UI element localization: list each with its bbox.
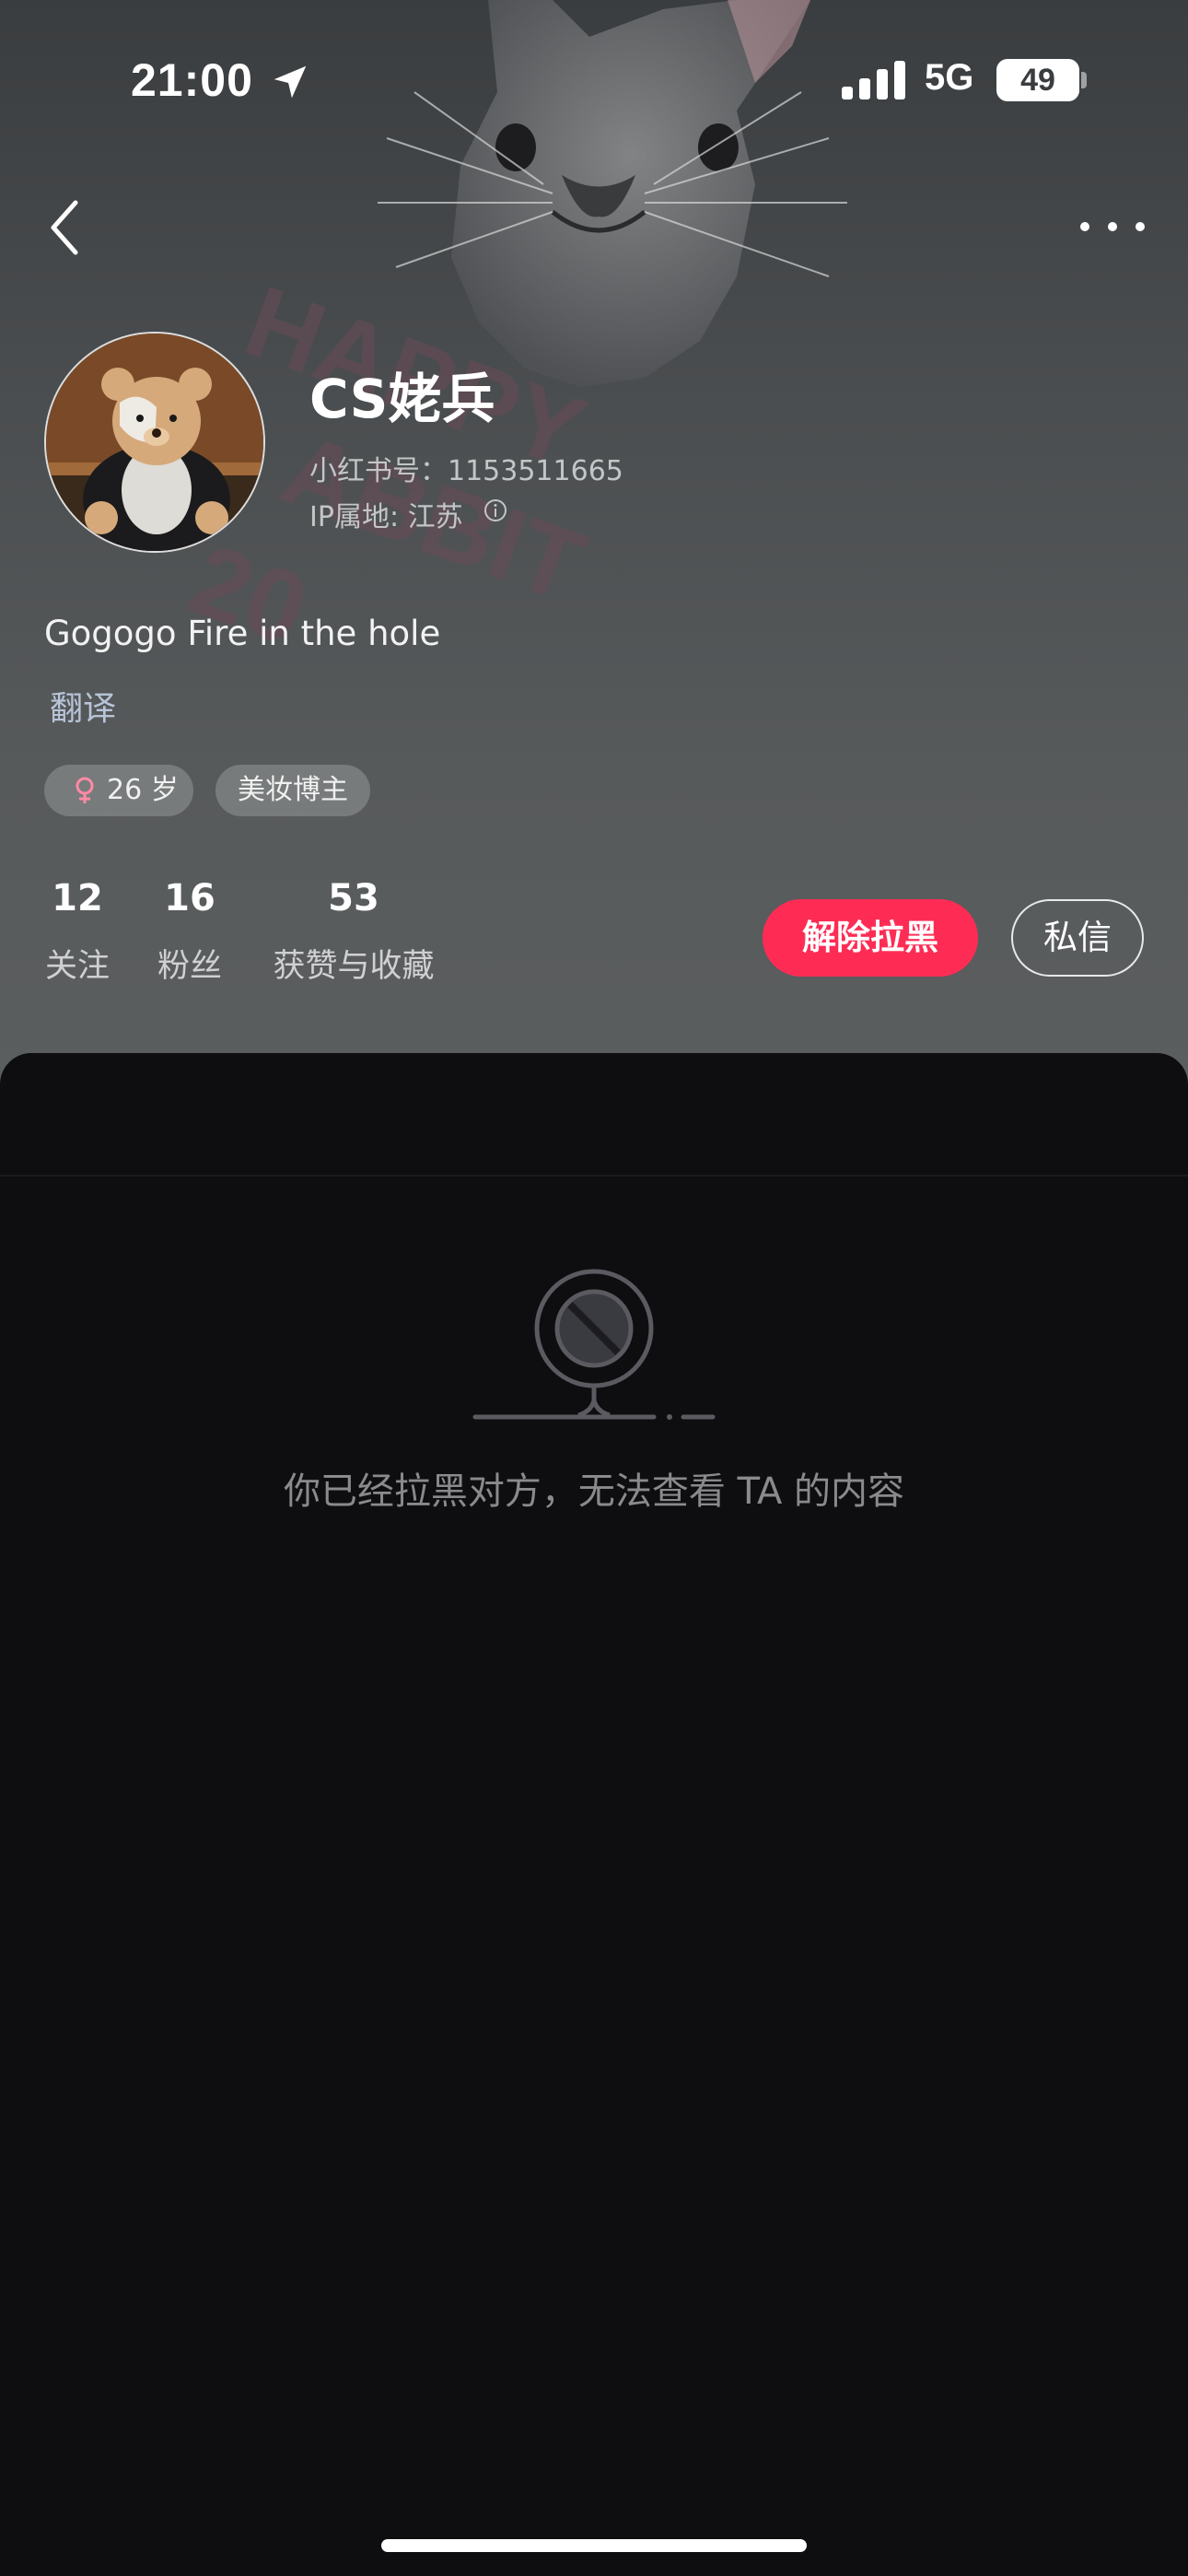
network-type: 5G <box>925 57 974 98</box>
profile-header-background: HAPPY ABBIT 20 21:00 5G 49 CS姥兵 小红书号：115… <box>0 0 1188 1096</box>
followers-label[interactable]: 粉丝 <box>157 940 223 987</box>
back-chevron-icon[interactable] <box>41 195 98 260</box>
tab-divider <box>0 1175 1188 1177</box>
teddy-bear-avatar-image <box>46 334 263 551</box>
user-id[interactable]: 小红书号：1153511665 <box>309 448 623 488</box>
age-tag-label: 26 岁 <box>107 774 179 806</box>
profile-bio: Gogogo Fire in the hole <box>44 614 441 653</box>
status-time: 21:00 <box>131 54 253 106</box>
likes-count[interactable]: 53 <box>271 877 437 919</box>
following-label[interactable]: 关注 <box>44 940 111 987</box>
blocked-camera-icon <box>472 1269 716 1420</box>
category-tag: 美妆博主 <box>215 765 370 816</box>
profile-name: CS姥兵 <box>309 368 495 430</box>
following-count[interactable]: 12 <box>44 877 111 919</box>
more-options-icon[interactable] <box>1076 206 1149 247</box>
followers-count[interactable]: 16 <box>157 877 223 919</box>
message-button[interactable]: 私信 <box>1011 899 1144 977</box>
cellular-signal-icon <box>842 61 905 100</box>
battery-percent: 49 <box>1020 63 1055 98</box>
location-arrow-icon <box>274 65 307 99</box>
info-icon[interactable] <box>483 498 508 523</box>
avatar[interactable] <box>44 332 265 553</box>
battery-icon: 49 <box>996 59 1079 101</box>
unblock-button[interactable]: 解除拉黑 <box>763 899 978 977</box>
likes-label[interactable]: 获赞与收藏 <box>271 940 437 987</box>
home-indicator[interactable] <box>381 2539 807 2552</box>
age-tag: 26 岁 <box>44 765 193 816</box>
translate-link[interactable]: 翻译 <box>50 682 116 730</box>
battery-cap <box>1081 72 1087 88</box>
blocked-message: 你已经拉黑对方，无法查看 TA 的内容 <box>283 1470 905 1513</box>
ip-location: IP属地: 江苏 <box>309 501 463 533</box>
female-icon <box>76 777 94 803</box>
